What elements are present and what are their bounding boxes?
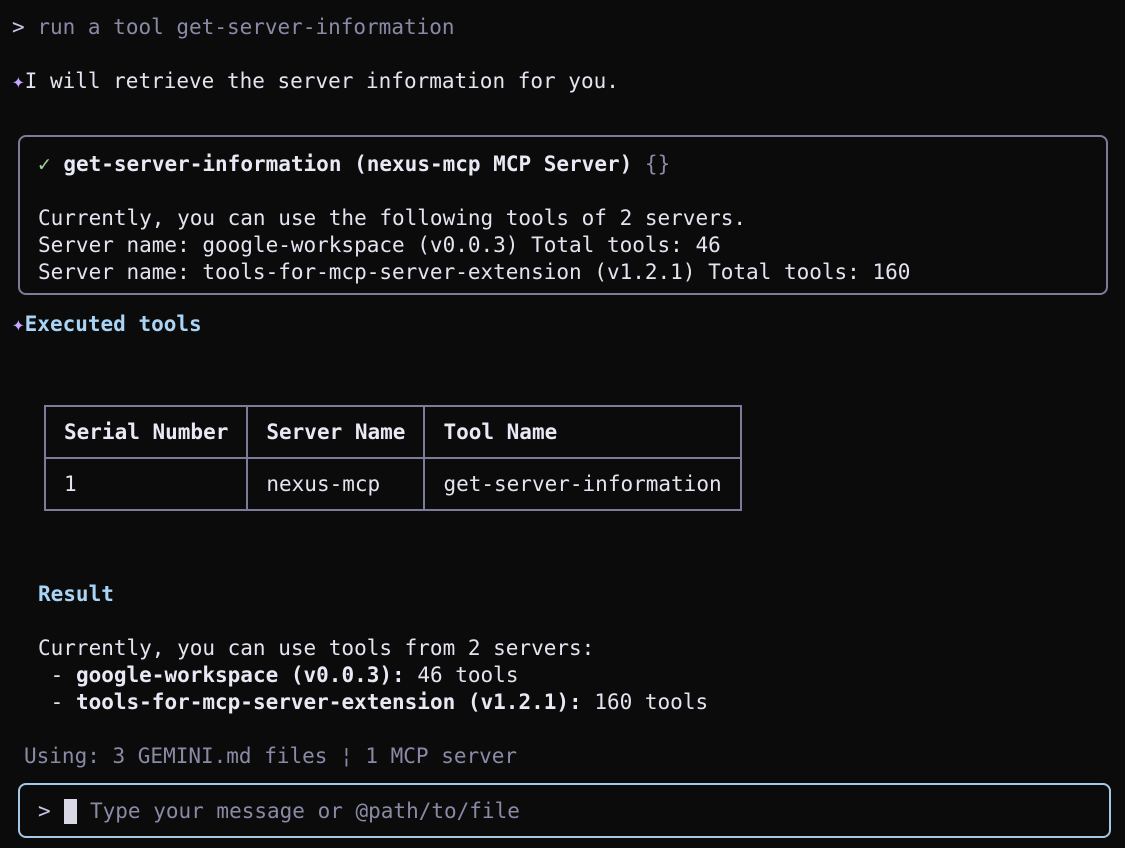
prompt-symbol: > [12,15,25,39]
executed-tools-label: Executed tools [24,312,202,336]
assistant-message-text: I will retrieve the server information f… [24,69,619,93]
check-icon: ✓ [38,152,51,176]
list-bullet: - [38,663,76,687]
executed-tools-table: Serial Number Server Name Tool Name 1 ne… [43,405,742,511]
tool-output-line: Server name: tools-for-mcp-server-extens… [38,260,911,284]
table-cell-tool-name: get-server-information [423,457,742,511]
server-name: google-workspace (v0.0.3): [75,663,405,687]
input-prompt-symbol: > [38,799,51,823]
table-row: 1 nexus-mcp get-server-information [43,457,742,511]
result-intro: Currently, you can use tools from 2 serv… [38,636,595,660]
result-list-item: - google-workspace (v0.0.3): 46 tools [38,662,519,689]
result-list-item: - tools-for-mcp-server-extension (v1.2.1… [38,689,708,716]
sparkle-icon: ✦ [12,312,25,336]
tool-output-line: Currently, you can use the following too… [38,206,747,230]
tool-output-line: Server name: google-workspace (v0.0.3) T… [38,233,721,257]
tool-call-title: get-server-information (nexus-mcp MCP Se… [63,152,633,176]
assistant-message: ✦I will retrieve the server information … [12,68,619,95]
tool-call-args: {} [644,152,671,176]
result-heading: Result [38,582,114,606]
server-name: tools-for-mcp-server-extension (v1.2.1): [75,690,582,714]
column-header-server-name: Server Name [246,405,426,459]
executed-tools-heading: ✦Executed tools [12,311,202,338]
tool-count: 46 tools [404,663,519,687]
tool-count: 160 tools [581,690,709,714]
user-prompt-text: run a tool get-server-information [37,15,455,39]
table-header-row: Serial Number Server Name Tool Name [43,405,742,459]
column-header-serial-number: Serial Number [43,405,249,459]
message-input-box[interactable]: > Type your message or @path/to/file [18,783,1111,838]
table-cell-server-name: nexus-mcp [246,457,426,511]
sparkle-icon: ✦ [12,69,25,93]
table-cell-serial-number: 1 [43,457,249,511]
text-cursor [64,799,77,824]
column-header-tool-name: Tool Name [423,405,742,459]
tool-call-box: ✓ get-server-information (nexus-mcp MCP … [18,135,1108,295]
context-status: Using: 3 GEMINI.md files ¦ 1 MCP server [24,744,518,768]
tool-call-header: ✓ get-server-information (nexus-mcp MCP … [38,151,670,178]
list-bullet: - [38,690,76,714]
user-prompt-line: > run a tool get-server-information [12,14,455,41]
message-input-placeholder[interactable]: Type your message or @path/to/file [90,798,520,825]
